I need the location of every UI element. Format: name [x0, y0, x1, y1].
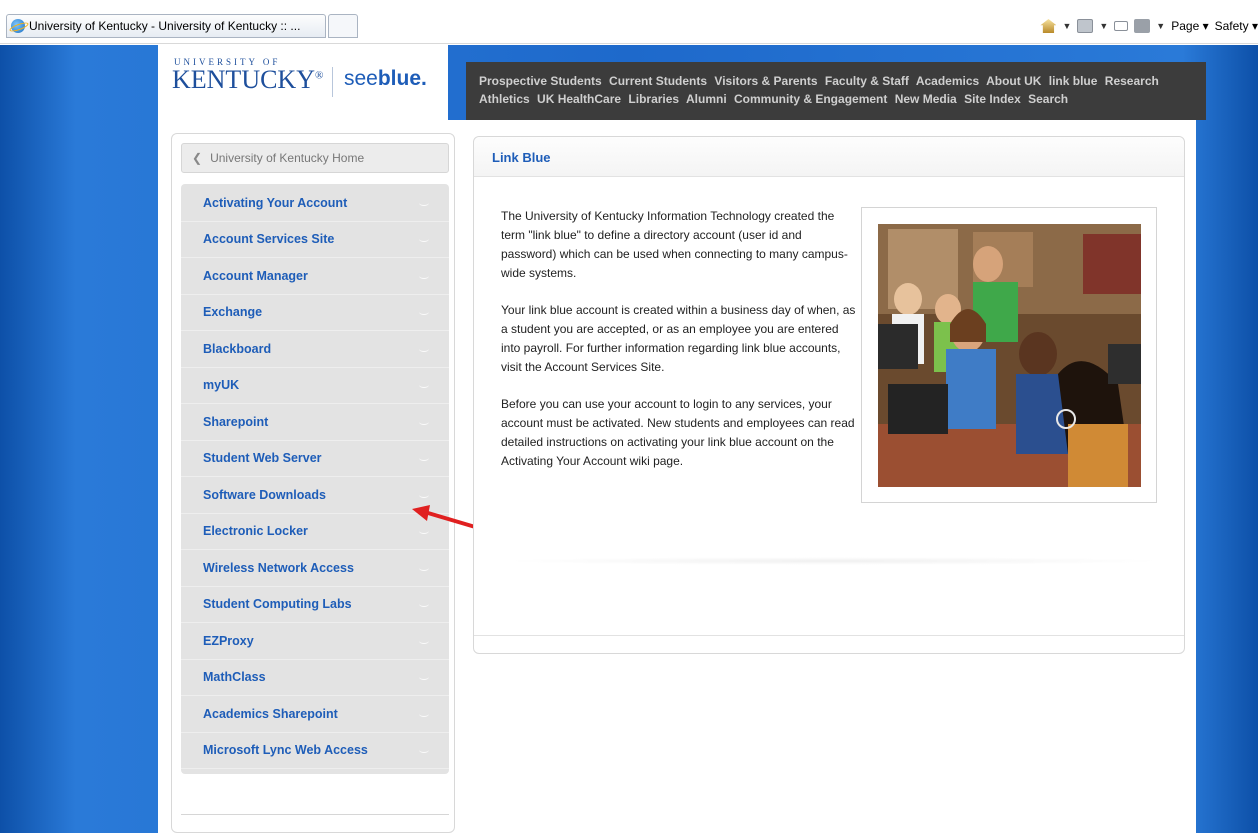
content-panel: Link Blue The University of Kentucky Inf…: [473, 136, 1185, 654]
chevron-down-icon: [419, 236, 429, 243]
sidebar-item-account-services-site[interactable]: Account Services Site: [181, 222, 449, 258]
internet-explorer-icon: [11, 19, 25, 33]
nav-link[interactable]: Community & Engagement: [734, 92, 887, 106]
browser-tab[interactable]: University of Kentucky - University of K…: [6, 14, 326, 38]
nav-link[interactable]: Search: [1028, 92, 1068, 106]
mail-icon[interactable]: [1114, 21, 1129, 31]
chevron-left-icon: ❮: [192, 151, 203, 165]
new-tab-button[interactable]: [328, 14, 358, 38]
content-footer-divider: [474, 635, 1184, 636]
page-background: UNIVERSITY OF KENTUCKY® seeblue. Prospec…: [0, 45, 1258, 833]
print-icon[interactable]: [1134, 19, 1151, 33]
seeblue-tagline: seeblue.: [344, 67, 427, 90]
nav-link[interactable]: Athletics: [479, 92, 530, 106]
nav-link[interactable]: UK HealthCare: [537, 92, 621, 106]
chevron-down-icon: [419, 747, 429, 754]
main-panel: ❮ University of Kentucky Home Activating…: [158, 120, 1196, 833]
chevron-down-icon: [419, 492, 429, 498]
sidebar-item-exchange[interactable]: Exchange: [181, 295, 449, 331]
nav-link[interactable]: Current Students: [609, 74, 707, 88]
chevron-down-icon: [419, 565, 429, 571]
chevron-down-icon: [419, 273, 429, 279]
chevron-down-icon[interactable]: ▼: [1099, 21, 1108, 31]
nav-link[interactable]: Prospective Students: [479, 74, 602, 88]
chevron-down-icon: [419, 382, 429, 389]
chevron-down-icon: [419, 601, 429, 608]
sidebar-item-mathclass[interactable]: MathClass: [181, 660, 449, 696]
nav-link[interactable]: Alumni: [686, 92, 727, 106]
nav-link[interactable]: Site Index: [964, 92, 1021, 106]
sidebar-item-student-computing-labs[interactable]: Student Computing Labs: [181, 587, 449, 623]
content-paragraph: The University of Kentucky Information T…: [501, 209, 848, 280]
nav-link[interactable]: New Media: [895, 92, 957, 106]
browser-toolbar: University of Kentucky - University of K…: [0, 0, 1258, 44]
nav-link[interactable]: Research: [1105, 74, 1159, 88]
photo-frame: [861, 207, 1157, 503]
content-shadow: [498, 557, 1168, 565]
university-home-label: University of Kentucky Home: [210, 151, 365, 165]
sidebar-menu: Activating Your Account Account Services…: [181, 184, 449, 774]
nav-link[interactable]: About UK: [986, 74, 1041, 88]
chevron-down-icon: [419, 455, 429, 462]
nav-link[interactable]: Faculty & Staff: [825, 74, 909, 88]
chevron-down-icon: [419, 419, 429, 425]
chevron-down-icon: [419, 711, 429, 717]
feeds-icon[interactable]: [1077, 19, 1094, 33]
sidebar-item-academics-sharepoint[interactable]: Academics Sharepoint: [181, 696, 449, 733]
content-paragraph: Your link blue account is created within…: [501, 303, 856, 374]
safety-menu[interactable]: Safety ▾: [1215, 19, 1258, 33]
sidebar-item-student-web-server[interactable]: Student Web Server: [181, 441, 449, 477]
browser-tab-title: University of Kentucky - University of K…: [29, 19, 301, 33]
chevron-down-icon: [419, 309, 429, 316]
nav-link[interactable]: Academics: [916, 74, 979, 88]
sidebar-divider: [181, 814, 449, 815]
sidebar: ❮ University of Kentucky Home Activating…: [171, 133, 455, 833]
top-navigation: Prospective Students Current Students Vi…: [466, 62, 1206, 120]
sidebar-item-ezproxy[interactable]: EZProxy: [181, 623, 449, 660]
logo-kentucky: KENTUCKY®: [172, 65, 324, 94]
university-home-link[interactable]: ❮ University of Kentucky Home: [181, 143, 449, 173]
sidebar-item-activating-your-account[interactable]: Activating Your Account: [181, 185, 449, 222]
students-photo: [878, 224, 1141, 487]
sidebar-item-microsoft-lync-web-access[interactable]: Microsoft Lync Web Access: [181, 733, 449, 769]
sidebar-item-wireless-network-access[interactable]: Wireless Network Access: [181, 550, 449, 587]
chevron-down-icon[interactable]: ▼: [1156, 21, 1165, 31]
content-title: Link Blue: [474, 137, 1184, 177]
sidebar-item-sharepoint[interactable]: Sharepoint: [181, 404, 449, 441]
nav-link[interactable]: link blue: [1049, 74, 1098, 88]
chevron-down-icon: [419, 200, 429, 206]
sidebar-item-blackboard[interactable]: Blackboard: [181, 331, 449, 368]
home-icon[interactable]: [1040, 19, 1057, 33]
content-paragraph: Before you can use your account to login…: [501, 397, 855, 468]
page-menu[interactable]: Page ▾: [1171, 19, 1208, 33]
sidebar-item-account-manager[interactable]: Account Manager: [181, 258, 449, 295]
command-bar: ▼ ▼ ▼ Page ▾ Safety ▾: [1040, 14, 1258, 38]
logo-divider: [332, 67, 333, 97]
chevron-down-icon: [419, 346, 429, 352]
chevron-down-icon: [419, 674, 429, 681]
content-text: The University of Kentucky Information T…: [501, 207, 857, 489]
site-logo[interactable]: UNIVERSITY OF KENTUCKY® seeblue.: [158, 45, 448, 120]
nav-link[interactable]: Libraries: [628, 92, 679, 106]
chevron-down-icon[interactable]: ▼: [1062, 21, 1071, 31]
sidebar-item-myuk[interactable]: myUK: [181, 368, 449, 404]
nav-link[interactable]: Visitors & Parents: [714, 74, 817, 88]
chevron-down-icon: [419, 638, 429, 644]
